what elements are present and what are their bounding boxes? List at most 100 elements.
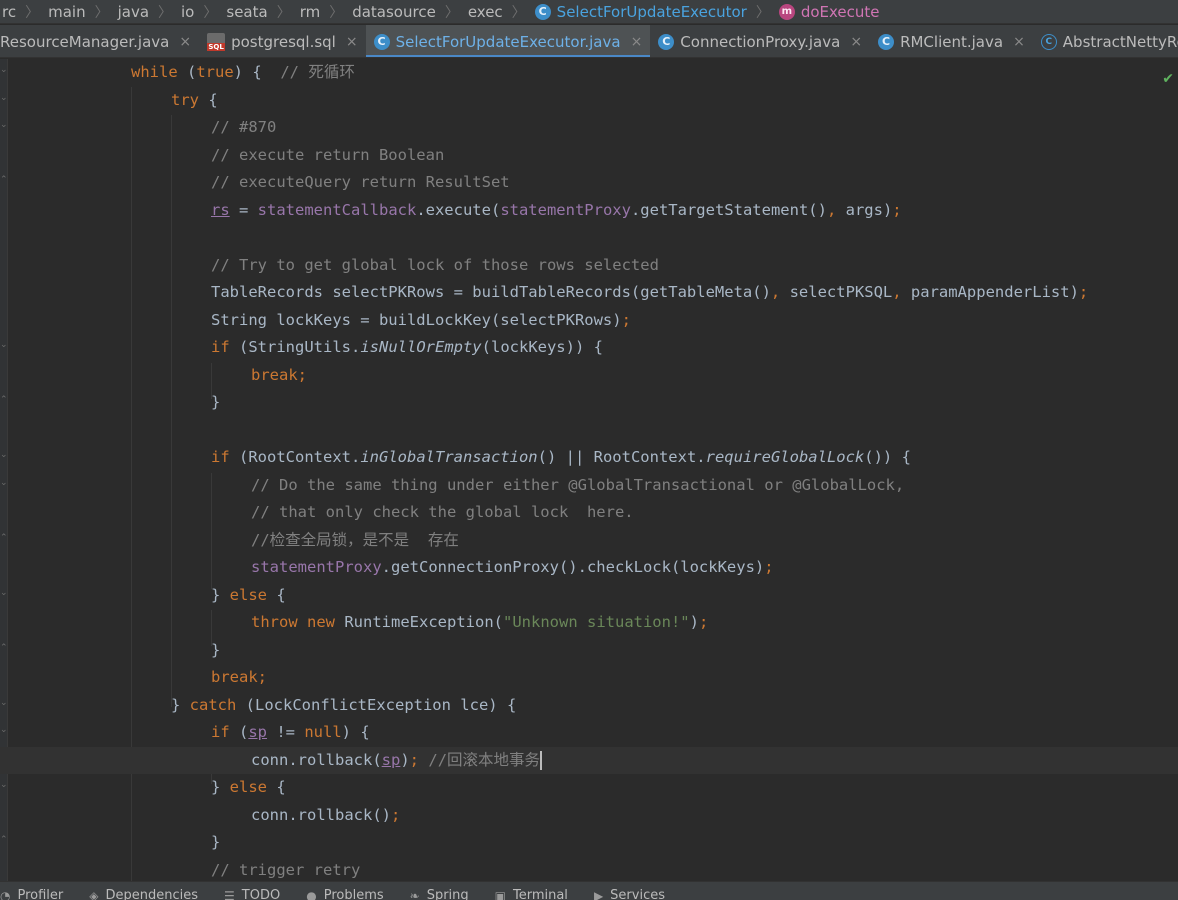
close-icon[interactable]: × — [1013, 34, 1025, 50]
problems-icon: ● — [306, 888, 317, 900]
code-line: String lockKeys = buildLockKey(selectPKR… — [0, 307, 1178, 335]
close-icon[interactable]: × — [850, 34, 862, 50]
breadcrumb-item-class[interactable]: C SelectForUpdateExecutor — [533, 3, 749, 21]
tool-terminal-button[interactable]: ▣ Terminal — [495, 882, 568, 900]
breadcrumb-item-java[interactable]: java — [116, 3, 151, 21]
tool-label: TODO — [241, 888, 281, 900]
code-line: statementProxy.getConnectionProxy().chec… — [0, 554, 1178, 582]
code-line: try { — [0, 87, 1178, 115]
tool-services-button[interactable]: ▶ Services — [594, 882, 665, 900]
code-line-text: } — [211, 393, 221, 411]
code-line: // that only check the global lock here. — [0, 499, 1178, 527]
class-icon: C — [534, 3, 551, 20]
tool-todo-button[interactable]: ☰ TODO — [224, 882, 280, 900]
tab-label: AbstractNettyRe — [1062, 32, 1178, 51]
abstract-class-icon: C — [1040, 33, 1057, 50]
services-icon: ▶ — [593, 888, 604, 900]
code-line-text: } — [211, 833, 221, 851]
dependencies-icon: ◈ — [89, 888, 99, 900]
code-line: // Try to get global lock of those rows … — [0, 252, 1178, 280]
tool-label: Terminal — [512, 888, 568, 900]
tab-postgresql[interactable]: postgresql.sql × — [199, 25, 366, 57]
code-line-text: statementProxy.getConnectionProxy().chec… — [251, 558, 774, 576]
tool-dependencies-button[interactable]: ◈ Dependencies — [89, 882, 198, 900]
breadcrumb-class-label: SelectForUpdateExecutor — [556, 2, 747, 21]
code-line: // execute return Boolean — [0, 142, 1178, 170]
tab-label: RMClient.java — [900, 32, 1004, 51]
breadcrumb-method-label: doExecute — [800, 2, 880, 21]
code-line: } — [0, 637, 1178, 665]
class-icon: C — [658, 33, 675, 50]
code-line: if (sp != null) { — [0, 719, 1178, 747]
breadcrumb-separator-icon: 〉 — [755, 4, 770, 21]
code-line: } else { — [0, 582, 1178, 610]
code-line-text: conn.rollback(); — [251, 805, 401, 824]
code-line: break; — [0, 664, 1178, 692]
code-line-text: // that only check the global lock here. — [251, 503, 634, 521]
editor-tab-bar: ResourceManager.java × postgresql.sql × … — [0, 25, 1178, 58]
code-line: if (RootContext.inGlobalTransaction() ||… — [0, 444, 1178, 472]
tab-label: SelectForUpdateExecutor.java — [395, 32, 621, 51]
code-editor[interactable]: ⌄ ⌄ ⌄ ⌃ ⌄ ⌃ ⌄ ⌄ ⌃ ⌄ ⌃ ⌄ ⌄ ⌄ ⌃ ✔ while (t… — [0, 59, 1178, 881]
code-line: // Do the same thing under either @Globa… — [0, 472, 1178, 500]
tool-spring-button[interactable]: ❧ Spring — [410, 882, 469, 900]
tool-label: Spring — [426, 888, 469, 900]
code-line-text: String lockKeys = buildLockKey(selectPKR… — [211, 310, 631, 329]
tool-label: Profiler — [17, 888, 64, 900]
code-line-text: } — [211, 640, 221, 659]
code-line-text: // trigger retry — [211, 860, 361, 879]
todo-icon: ☰ — [224, 888, 235, 900]
sql-file-icon — [207, 32, 226, 51]
breadcrumb-item-datasource[interactable]: datasource — [350, 3, 438, 21]
breadcrumb-item-rm[interactable]: rm — [298, 3, 323, 21]
tab-label: postgresql.sql — [231, 32, 336, 51]
code-line-current: conn.rollback(sp); //回滚本地事务 — [0, 746, 1178, 774]
breadcrumb-item-main[interactable]: main — [46, 3, 87, 21]
tool-profiler-button[interactable]: ◔ Profiler — [0, 882, 63, 900]
close-icon[interactable]: × — [346, 34, 358, 50]
breadcrumb-separator-icon: 〉 — [511, 4, 526, 21]
code-line-text: if (StringUtils.isNullOrEmpty(lockKeys))… — [211, 338, 603, 356]
code-line: TableRecords selectPKRows = buildTableRe… — [0, 279, 1178, 307]
close-icon[interactable]: × — [631, 34, 643, 50]
code-line-text: while (true) { // 死循环 — [131, 63, 355, 81]
tab-label: ConnectionProxy.java — [680, 32, 841, 51]
tab-rmclient[interactable]: C RMClient.java × — [870, 25, 1033, 57]
breadcrumb-item-exec[interactable]: exec — [466, 3, 505, 21]
code-line: // trigger retry — [0, 857, 1178, 882]
code-line-text: } catch (LockConflictException lce) { — [171, 695, 517, 714]
breadcrumb-item-src[interactable]: rc — [0, 3, 18, 21]
code-line-text: // executeQuery return ResultSet — [211, 173, 510, 191]
tool-problems-button[interactable]: ● Problems — [306, 882, 383, 900]
breadcrumb-item-method[interactable]: m doExecute — [777, 3, 882, 21]
code-line: } — [0, 829, 1178, 857]
tab-abstractnettyremoting[interactable]: C AbstractNettyRe — [1033, 25, 1178, 57]
breadcrumb-separator-icon: 〉 — [94, 4, 109, 21]
breadcrumb-item-seata[interactable]: seata — [224, 3, 269, 21]
code-line-text: TableRecords selectPKRows = buildTableRe… — [211, 283, 1089, 301]
breadcrumb-separator-icon: 〉 — [158, 4, 173, 21]
breadcrumb: rc 〉 main 〉 java 〉 io 〉 seata 〉 rm 〉 dat… — [0, 0, 1178, 24]
class-icon: C — [878, 33, 895, 50]
terminal-icon: ▣ — [494, 888, 506, 900]
code-line: //检查全局锁，是不是 存在 — [0, 527, 1178, 555]
code-line: } — [0, 389, 1178, 417]
tab-connectionproxy[interactable]: C ConnectionProxy.java × — [650, 25, 870, 57]
tool-label: Problems — [323, 888, 384, 900]
tab-label: ResourceManager.java — [0, 32, 170, 51]
breadcrumb-separator-icon: 〉 — [203, 4, 218, 21]
code-line-text: if (RootContext.inGlobalTransaction() ||… — [211, 448, 911, 466]
tab-resourcemanager[interactable]: ResourceManager.java × — [0, 25, 199, 57]
code-line-text: // Do the same thing under either @Globa… — [251, 475, 905, 494]
breadcrumb-separator-icon: 〉 — [276, 4, 291, 21]
breadcrumb-item-io[interactable]: io — [179, 3, 196, 21]
close-icon[interactable]: × — [179, 34, 191, 50]
breadcrumb-separator-icon: 〉 — [444, 4, 459, 21]
code-line-text: rs = statementCallback.execute(statement… — [211, 200, 902, 219]
code-line: throw new RuntimeException("Unknown situ… — [0, 609, 1178, 637]
code-line: conn.rollback(); — [0, 802, 1178, 830]
tab-selectforupdateexecutor[interactable]: C SelectForUpdateExecutor.java × — [365, 25, 651, 57]
tool-label: Dependencies — [105, 888, 199, 900]
